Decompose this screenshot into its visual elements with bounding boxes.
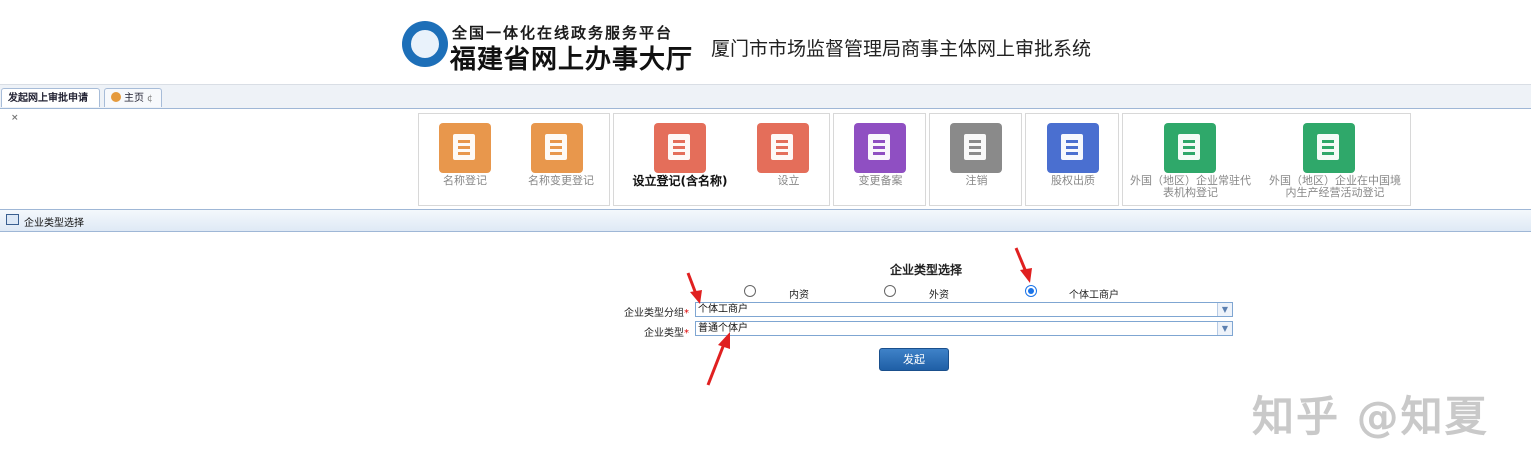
watermark: 知乎 @知夏 [1252,392,1489,441]
annotation-arrow-icon [1014,247,1028,273]
annotation-arrow-icon [686,272,698,295]
annotation-arrowhead-icon [1020,268,1032,283]
annotation-arrow-icon [706,343,726,386]
annotation-arrowhead-icon [718,332,730,349]
annotation-arrowhead-icon [690,290,702,304]
